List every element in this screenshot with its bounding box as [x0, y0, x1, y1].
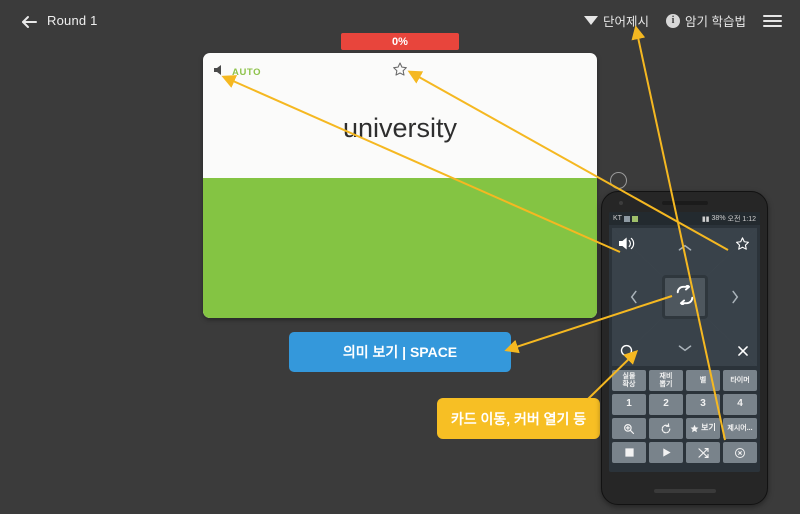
signal-icon: ▮▮ — [701, 215, 710, 223]
key-clear[interactable] — [723, 442, 757, 463]
circle-marker — [610, 172, 627, 189]
card-cover[interactable] — [203, 178, 597, 318]
speaker-icon — [214, 63, 227, 81]
key-number-4[interactable]: 4 — [723, 394, 757, 415]
key-label: 1 — [626, 398, 632, 410]
sim-icon — [623, 215, 630, 222]
dpad-circle-icon[interactable] — [619, 343, 634, 358]
phone-camera-icon — [619, 201, 623, 205]
keypad-row — [612, 442, 757, 463]
dpad-speaker-icon[interactable] — [619, 236, 636, 251]
phone-earpiece — [661, 201, 708, 205]
key-label: 제시어... — [727, 424, 753, 432]
phone-keypad: 실물 확상 재비 뽑기 벨 타이머 1 2 3 4 보기 제시어... — [609, 369, 760, 466]
key-label: 4 — [737, 398, 743, 410]
dpad-up-icon[interactable] — [678, 244, 691, 252]
word-present-label: 단어제시 — [603, 15, 650, 29]
dpad-left-icon[interactable] — [630, 290, 638, 304]
keypad-row: 1 2 3 4 — [612, 394, 757, 415]
reveal-meaning-label: 의미 보기 | SPACE — [342, 344, 458, 360]
study-method-label: 암기 학습법 — [685, 15, 746, 29]
key-label: 2 — [663, 398, 669, 410]
key-label: 보기 — [701, 423, 716, 433]
key-label: 재비 뽑기 — [659, 373, 673, 388]
key-number-3[interactable]: 3 — [686, 394, 720, 415]
page-title: Round 1 — [47, 13, 98, 28]
refresh-icon — [660, 422, 672, 435]
shuffle-icon — [697, 447, 710, 459]
dpad-close-icon[interactable] — [736, 344, 750, 358]
key-label: 벨 — [699, 376, 707, 384]
key-number-2[interactable]: 2 — [649, 394, 683, 415]
keypad-row: 실물 확상 재비 뽑기 벨 타이머 — [612, 370, 757, 391]
key-label: 3 — [700, 398, 706, 410]
clear-circle-icon — [734, 447, 746, 459]
repeat-loop-icon — [674, 282, 696, 310]
study-method-button[interactable]: i 암기 학습법 — [666, 11, 746, 30]
phone-mockup: KT ▮▮ 38% 오전 1:12 실물 확상 재비 뽑기 벨 타이머 1 2 … — [601, 191, 768, 505]
key-real-expand[interactable]: 실물 확상 — [612, 370, 646, 391]
key-number-1[interactable]: 1 — [612, 394, 646, 415]
dpad-right-icon[interactable] — [731, 290, 739, 304]
triangle-down-icon — [584, 16, 598, 25]
flashcard[interactable]: AUTO university — [203, 53, 597, 318]
back-button[interactable] — [18, 11, 40, 33]
key-prompt-word[interactable]: 제시어... — [723, 418, 757, 439]
stop-square-icon — [624, 447, 635, 458]
card-audio-control[interactable]: AUTO — [214, 63, 261, 81]
reveal-meaning-button[interactable]: 의미 보기 | SPACE — [289, 332, 511, 372]
hamburger-menu-icon[interactable] — [763, 14, 782, 27]
info-circle-icon: i — [666, 13, 681, 28]
dpad-star-icon[interactable] — [735, 236, 750, 251]
key-zoom[interactable] — [612, 418, 646, 439]
zoom-search-icon — [623, 423, 635, 435]
key-random-draw[interactable]: 재비 뽑기 — [649, 370, 683, 391]
clock-label: 오전 1:12 — [727, 215, 756, 223]
key-star-view[interactable]: 보기 — [686, 418, 720, 439]
word-present-button[interactable]: 단어제시 — [584, 11, 649, 30]
key-play[interactable] — [649, 442, 683, 463]
key-shuffle[interactable] — [686, 442, 720, 463]
carrier-label: KT — [613, 215, 622, 222]
key-timer[interactable]: 타이머 — [723, 370, 757, 391]
key-stop[interactable] — [612, 442, 646, 463]
header-actions: 단어제시 i 암기 학습법 — [584, 11, 782, 30]
key-label: 실물 확상 — [622, 373, 636, 388]
phone-home-bar — [653, 489, 716, 493]
phone-status-bar: KT ▮▮ 38% 오전 1:12 — [609, 212, 760, 225]
progress-bar: 0% — [341, 33, 459, 50]
battery-percent: 38% — [711, 215, 726, 222]
app-root: Round 1 단어제시 i 암기 학습법 0% AUTO university… — [0, 0, 800, 514]
phone-screen: KT ▮▮ 38% 오전 1:12 실물 확상 재비 뽑기 벨 타이머 1 2 … — [609, 212, 760, 472]
card-word: university — [342, 113, 458, 143]
dpad-down-icon[interactable] — [678, 344, 691, 352]
annotation-callout: 카드 이동, 커버 열기 등 — [437, 398, 600, 439]
keypad-row: 보기 제시어... — [612, 418, 757, 439]
key-label: 타이머 — [730, 376, 750, 384]
dpad-control[interactable] — [612, 228, 757, 366]
star-filled-icon — [690, 424, 699, 433]
key-refresh[interactable] — [649, 418, 683, 439]
annotation-callout-label: 카드 이동, 커버 열기 등 — [450, 410, 587, 427]
play-triangle-icon — [661, 447, 672, 458]
auto-label: AUTO — [232, 66, 262, 78]
dpad-center-button[interactable] — [661, 275, 708, 319]
progress-label: 0% — [392, 35, 408, 48]
star-outline-icon[interactable] — [392, 61, 408, 82]
battery-icon — [631, 215, 638, 222]
key-bell[interactable]: 벨 — [686, 370, 720, 391]
